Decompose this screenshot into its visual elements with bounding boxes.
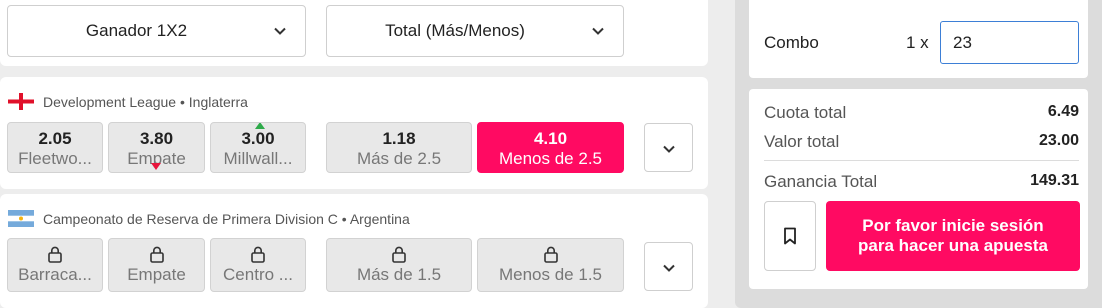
odd-label: Fleetwo... xyxy=(18,149,92,168)
chevron-down-icon xyxy=(592,27,604,35)
odd-button-under-locked[interactable]: Menos de 1.5 xyxy=(477,238,624,292)
odd-button-away[interactable]: 3.00 Millwall... xyxy=(210,122,306,173)
lock-icon xyxy=(149,246,164,263)
market-dropdown-label: Total (Más/Menos) xyxy=(385,21,525,40)
betslip-panel: Combo 1 x Cuota total 6.49 Valor total 2… xyxy=(735,0,1102,308)
odd-button-over-locked[interactable]: Más de 1.5 xyxy=(326,238,472,292)
odd-value: 3.00 xyxy=(241,129,275,148)
combo-row: Combo 1 x xyxy=(749,0,1088,78)
lock-icon xyxy=(48,246,62,263)
total-win-label: Ganancia Total xyxy=(764,172,878,191)
odd-label: Menos de 2.5 xyxy=(498,149,602,168)
england-flag-icon xyxy=(8,93,34,110)
odd-value: 3.80 xyxy=(139,129,174,148)
odd-button-home-locked[interactable]: Barraca... xyxy=(7,238,103,292)
odd-value: 1.18 xyxy=(382,129,416,148)
league-row: Development League • Inglaterra xyxy=(8,93,248,110)
combo-label: Combo xyxy=(764,33,819,52)
odds-down-icon xyxy=(151,163,161,170)
market-dropdown-1x2[interactable]: Ganador 1X2 xyxy=(7,5,306,57)
odd-button-draw[interactable]: 3.80 Empate xyxy=(108,122,205,173)
total-odds-value: 6.49 xyxy=(1047,103,1079,120)
chevron-down-icon xyxy=(663,145,675,153)
total-win-value: 149.31 xyxy=(1030,172,1079,189)
betslip-summary: Cuota total 6.49 Valor total 23.00 Ganan… xyxy=(749,89,1088,289)
odd-value: 2.05 xyxy=(38,129,72,148)
market-filter-bar: Ganador 1X2 Total (Más/Menos) xyxy=(0,0,708,66)
chevron-down-icon xyxy=(274,27,286,35)
combo-multiplier: 1 x xyxy=(906,33,929,52)
odds-up-icon xyxy=(255,123,265,129)
odd-button-under-selected[interactable]: 4.10 Menos de 2.5 xyxy=(477,122,624,173)
total-odds-row: Cuota total 6.49 xyxy=(764,103,1079,123)
argentina-flag-icon xyxy=(8,210,34,227)
more-markets-button[interactable] xyxy=(644,242,693,291)
login-to-bet-button[interactable]: Por favor inicie sesión para hacer una a… xyxy=(826,201,1080,271)
odd-button-home[interactable]: 2.05 Fleetwo... xyxy=(7,122,103,173)
odd-label: Barraca... xyxy=(18,265,92,284)
total-value-value: 23.00 xyxy=(1038,132,1079,149)
stake-input[interactable] xyxy=(940,21,1079,64)
odd-button-over[interactable]: 1.18 Más de 2.5 xyxy=(326,122,472,173)
league-row: Campeonato de Reserva de Primera Divisio… xyxy=(8,210,410,227)
odd-label: Empate xyxy=(127,265,186,284)
odd-label: Más de 2.5 xyxy=(356,149,442,168)
odd-label: Más de 1.5 xyxy=(356,265,442,284)
divider xyxy=(764,160,1079,161)
total-odds-label: Cuota total xyxy=(764,103,847,122)
odd-value: 4.10 xyxy=(533,129,568,148)
odd-label: Centro ... xyxy=(223,265,293,284)
market-dropdown-total[interactable]: Total (Más/Menos) xyxy=(326,5,624,57)
odd-button-away-locked[interactable]: Centro ... xyxy=(210,238,306,292)
total-value-label: Valor total xyxy=(764,132,840,151)
more-markets-button[interactable] xyxy=(644,123,693,172)
league-name: Development League • Inglaterra xyxy=(43,93,248,110)
odd-button-draw-locked[interactable]: Empate xyxy=(108,238,205,292)
league-name: Campeonato de Reserva de Primera Divisio… xyxy=(43,210,410,227)
lock-icon xyxy=(392,246,406,263)
lock-icon xyxy=(543,246,558,263)
total-value-row: Valor total 23.00 xyxy=(764,132,1079,152)
match-card: Development League • Inglaterra 2.05 Fle… xyxy=(0,77,708,189)
markets-panel: Ganador 1X2 Total (Más/Menos) Developmen… xyxy=(0,0,708,308)
match-card: Campeonato de Reserva de Primera Divisio… xyxy=(0,194,708,308)
chevron-down-icon xyxy=(663,264,675,272)
odd-label: Millwall... xyxy=(223,149,293,168)
odd-label: Menos de 1.5 xyxy=(498,265,602,284)
save-bet-button[interactable] xyxy=(764,201,816,271)
bookmark-icon xyxy=(784,227,796,245)
market-dropdown-label: Ganador 1X2 xyxy=(85,21,188,40)
total-win-row: Ganancia Total 149.31 xyxy=(764,172,1079,192)
lock-icon xyxy=(251,246,265,263)
